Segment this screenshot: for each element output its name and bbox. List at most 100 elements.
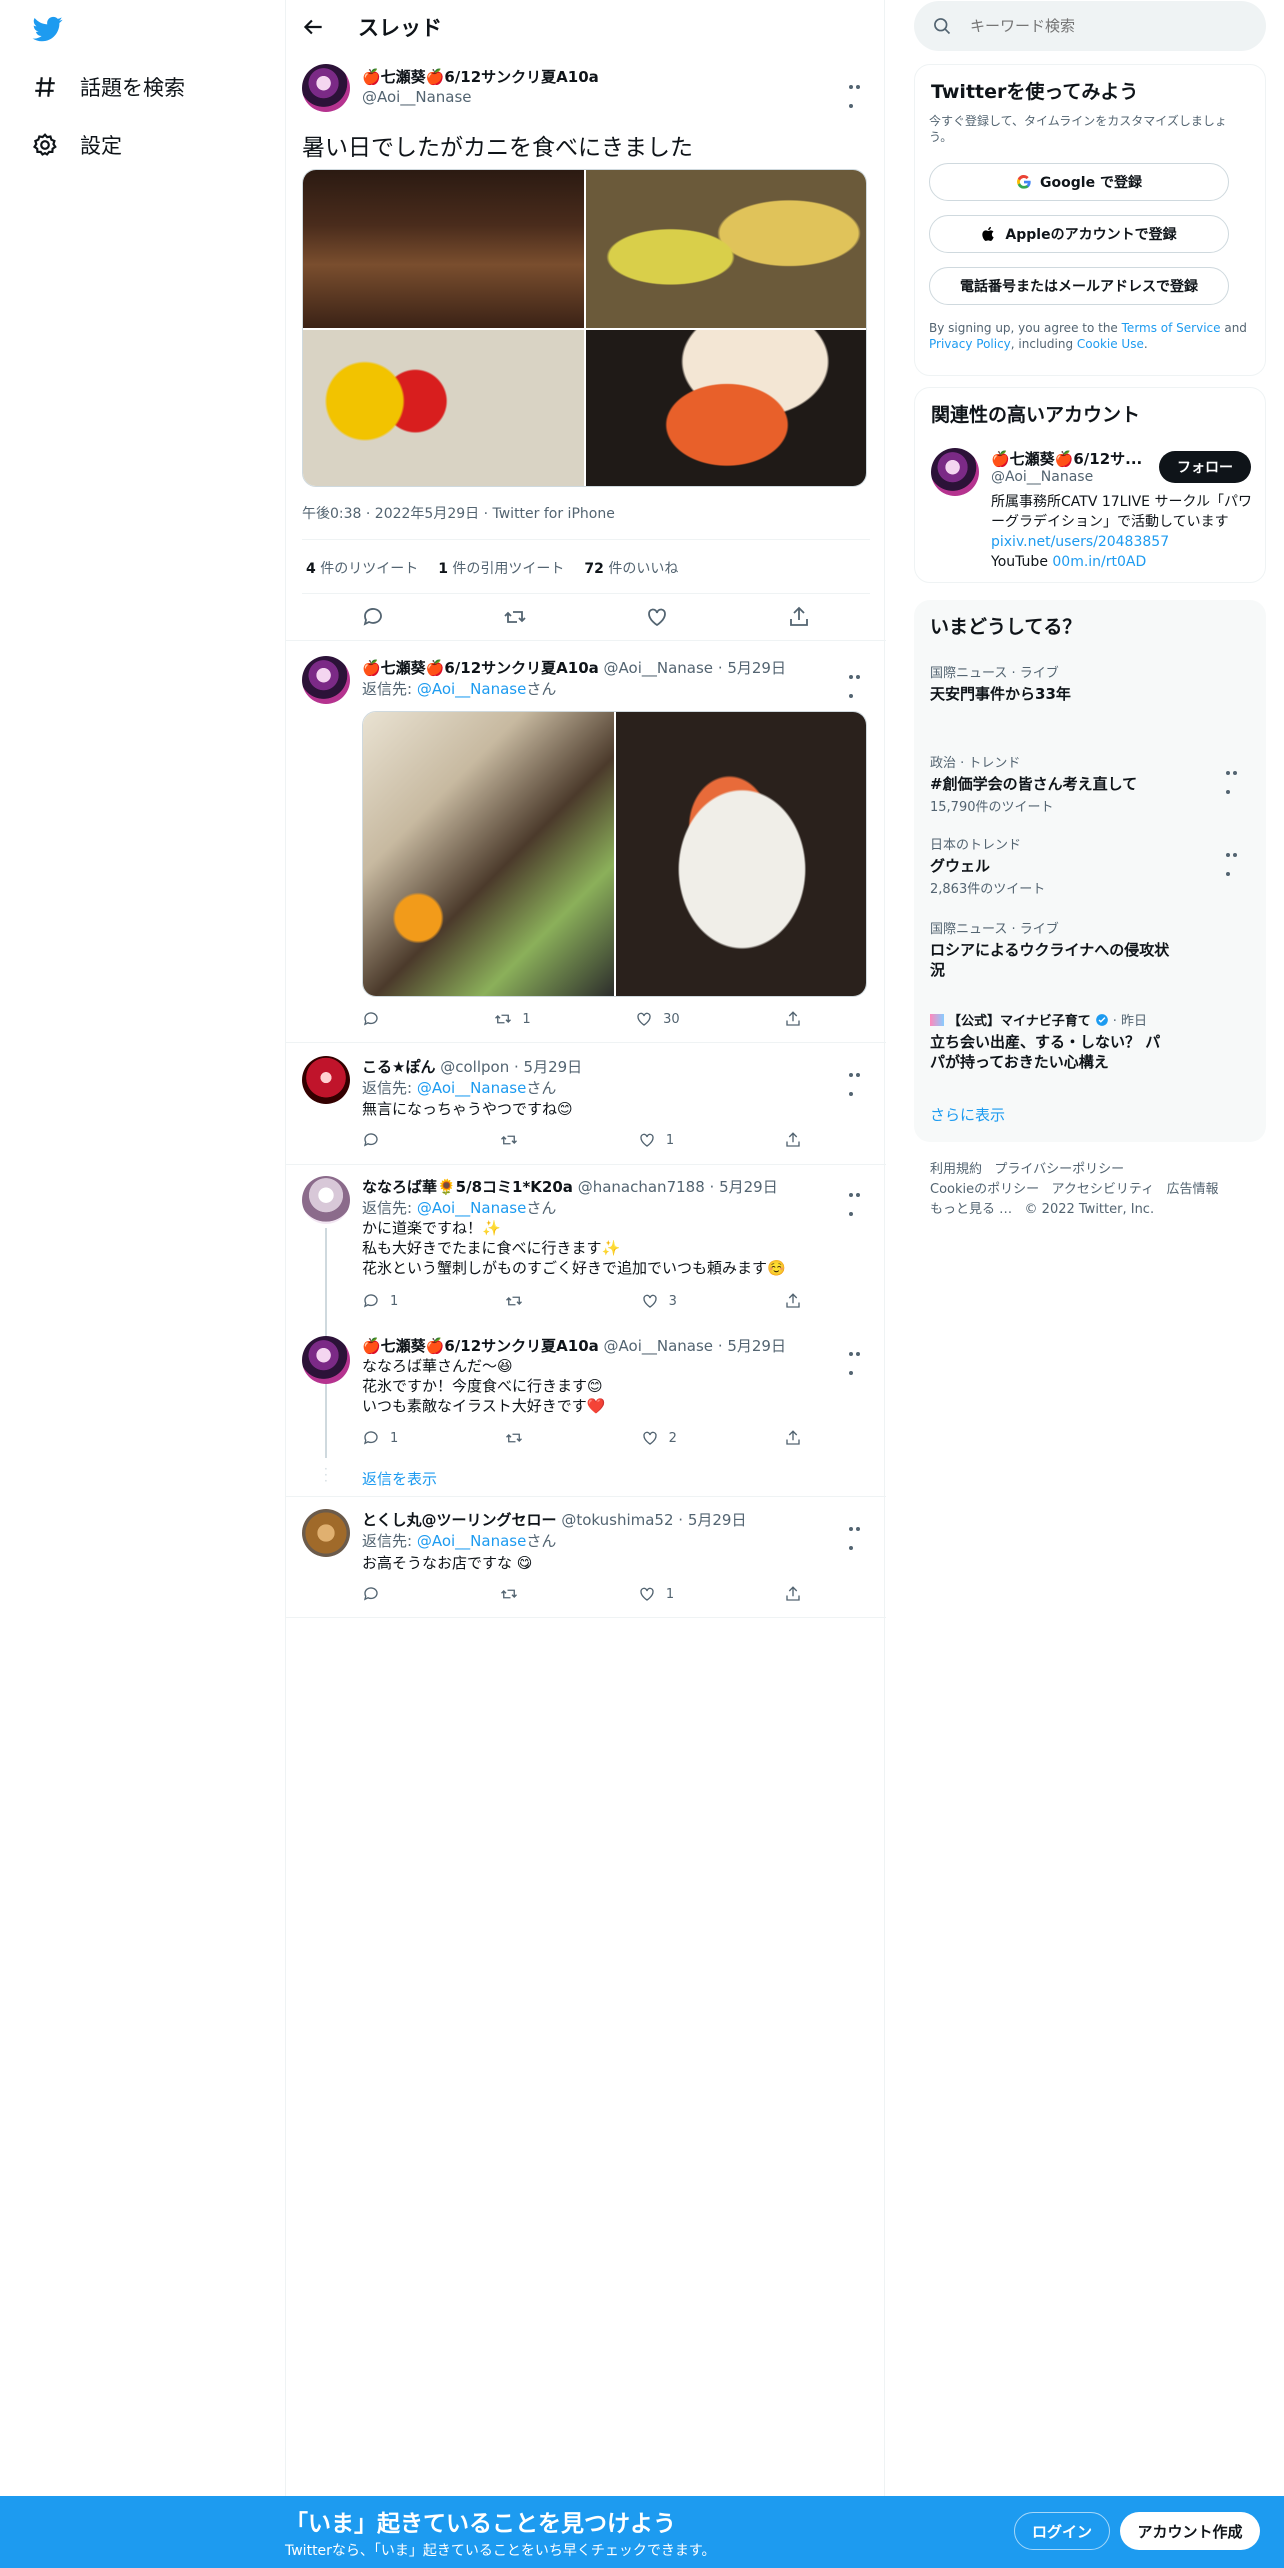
- search-input[interactable]: [970, 17, 1250, 35]
- reply-handle[interactable]: @collpon: [440, 1058, 509, 1076]
- share-button[interactable]: [784, 1292, 802, 1310]
- trend-item[interactable]: 国際ニュース · ライブ ロシアによるウクライナへの侵攻状況: [930, 918, 1250, 980]
- terms-link[interactable]: Terms of Service: [1122, 321, 1221, 335]
- trend-item[interactable]: 日本のトレンド グウェル 2,863件のツイート: [930, 834, 1250, 897]
- twitter-logo-icon[interactable]: [30, 14, 66, 44]
- tweet-display-name[interactable]: 🍎七瀬葵🍎6/12サンクリ夏A10a: [362, 66, 599, 87]
- retweet-icon[interactable]: [503, 605, 527, 629]
- pixiv-link[interactable]: pixiv.net/users/20483857: [991, 534, 1169, 550]
- quote-stat[interactable]: 1 件の引用ツイート: [438, 558, 564, 578]
- youtube-link[interactable]: 00m.in/rt0AD: [1052, 554, 1146, 570]
- retweet-button[interactable]: [505, 1292, 533, 1310]
- more-options-icon[interactable]: [849, 664, 869, 698]
- reply-display-name[interactable]: ななろば華🌻5/8コミ1*K20a: [362, 1178, 573, 1196]
- reply-date[interactable]: · 5月29日: [718, 659, 786, 677]
- reply-icon[interactable]: [361, 605, 385, 629]
- more-options-icon[interactable]: [849, 1341, 869, 1375]
- media-restaurant-interior[interactable]: [303, 170, 584, 328]
- related-display-name[interactable]: 🍎七瀬葵🍎6/12サ...: [991, 448, 1142, 469]
- retweet-button[interactable]: [500, 1585, 528, 1603]
- more-options-icon[interactable]: [849, 1062, 869, 1096]
- reply-handle[interactable]: @tokushima52: [561, 1511, 673, 1529]
- reply-display-name[interactable]: こる★ぽん: [362, 1058, 435, 1076]
- follow-button[interactable]: フォロー: [1159, 451, 1251, 483]
- reply-handle[interactable]: @hanachan7188: [578, 1178, 705, 1196]
- reply-button[interactable]: [362, 1010, 390, 1028]
- google-signup-button[interactable]: Google で登録: [929, 163, 1229, 201]
- media-crab-appetizers[interactable]: [586, 170, 866, 328]
- retweet-stat[interactable]: 4 件のリツイート: [306, 558, 418, 578]
- reply-button[interactable]: 1: [362, 1429, 398, 1447]
- reply-date[interactable]: · 5月29日: [514, 1058, 582, 1076]
- trend-item[interactable]: 国際ニュース · ライブ 天安門事件から33年: [930, 662, 1250, 704]
- share-button[interactable]: [784, 1131, 802, 1149]
- avatar[interactable]: [302, 1176, 350, 1224]
- reply-display-name[interactable]: 🍎七瀬葵🍎6/12サンクリ夏A10a: [362, 659, 599, 677]
- retweet-button[interactable]: [505, 1429, 533, 1447]
- reply-to-link[interactable]: @Aoi__Nanase: [417, 1079, 527, 1097]
- avatar[interactable]: [302, 1336, 350, 1384]
- reply-display-name[interactable]: 🍎七瀬葵🍎6/12サンクリ夏A10a: [362, 1337, 599, 1355]
- reply-date[interactable]: · 5月29日: [710, 1178, 778, 1196]
- like-stat[interactable]: 72 件のいいね: [584, 558, 678, 578]
- nav-explore[interactable]: 話題を検索: [32, 72, 185, 102]
- search-bar[interactable]: [914, 1, 1266, 51]
- reply-date[interactable]: · 5月29日: [718, 1337, 786, 1355]
- like-button[interactable]: 1: [638, 1131, 674, 1149]
- reply-to-link[interactable]: @Aoi__Nanase: [417, 1199, 527, 1217]
- media-crab-hotpot[interactable]: [363, 712, 614, 996]
- apple-signup-button[interactable]: Appleのアカウントで登録: [929, 215, 1229, 253]
- footer-ads-link[interactable]: 広告情報: [1167, 1182, 1219, 1197]
- avatar[interactable]: [302, 64, 350, 112]
- avatar[interactable]: [931, 448, 979, 496]
- retweet-button[interactable]: [500, 1131, 528, 1149]
- phone-email-signup-button[interactable]: 電話番号またはメールアドレスで登録: [929, 267, 1229, 305]
- footer-accessibility-link[interactable]: アクセシビリティ: [1052, 1182, 1155, 1197]
- show-more-link[interactable]: さらに表示: [930, 1104, 1005, 1125]
- reply-media-grid[interactable]: [362, 711, 867, 997]
- footer-cookie-link[interactable]: Cookieのポリシー: [930, 1182, 1039, 1197]
- privacy-link[interactable]: Privacy Policy: [929, 337, 1011, 351]
- like-icon[interactable]: [645, 605, 669, 629]
- reply-button[interactable]: 1: [362, 1292, 398, 1310]
- trend-item[interactable]: 【公式】マイナビ子育て · 昨日 立ち会い出産、する・しない？ パパが持っておき…: [930, 1010, 1250, 1072]
- share-button[interactable]: [784, 1585, 802, 1603]
- reply-date[interactable]: · 5月29日: [678, 1511, 746, 1529]
- like-button[interactable]: 2: [641, 1429, 677, 1447]
- more-options-icon[interactable]: [849, 74, 869, 108]
- share-button[interactable]: [784, 1429, 802, 1447]
- reply-display-name[interactable]: とくし丸@ツーリングセロー: [362, 1511, 557, 1529]
- tweet-media-grid[interactable]: [302, 169, 867, 487]
- login-button[interactable]: ログイン: [1014, 2512, 1110, 2550]
- more-options-icon[interactable]: [1226, 842, 1246, 876]
- media-crab-sashimi[interactable]: [303, 330, 584, 486]
- show-replies-link[interactable]: 返信を表示: [362, 1468, 437, 1489]
- like-button[interactable]: 1: [638, 1585, 674, 1603]
- footer-privacy-link[interactable]: プライバシーポリシー: [994, 1162, 1124, 1177]
- nav-settings[interactable]: 設定: [32, 130, 122, 160]
- avatar[interactable]: [302, 1509, 350, 1557]
- avatar[interactable]: [302, 656, 350, 704]
- reply-handle[interactable]: @Aoi__Nanase: [604, 1337, 714, 1355]
- media-crab-legs[interactable]: [586, 330, 866, 486]
- signup-button[interactable]: アカウント作成: [1120, 2512, 1260, 2550]
- more-options-icon[interactable]: [849, 1182, 869, 1216]
- related-handle[interactable]: @Aoi__Nanase: [991, 469, 1093, 485]
- trend-item[interactable]: 政治 · トレンド #創価学会の皆さん考え直して 15,790件のツイート: [930, 752, 1250, 815]
- share-icon[interactable]: [787, 605, 811, 629]
- tweet-handle[interactable]: @Aoi__Nanase: [362, 88, 472, 106]
- media-crab-rice[interactable]: [616, 712, 866, 996]
- retweet-button[interactable]: 1: [494, 1010, 531, 1028]
- avatar[interactable]: [302, 1056, 350, 1104]
- footer-more-link[interactable]: もっと見る …: [930, 1202, 1012, 1217]
- reply-to-link[interactable]: @Aoi__Nanase: [417, 1532, 527, 1550]
- reply-button[interactable]: [362, 1131, 390, 1149]
- reply-handle[interactable]: @Aoi__Nanase: [604, 659, 714, 677]
- reply-to-link[interactable]: @Aoi__Nanase: [417, 680, 527, 698]
- more-options-icon[interactable]: [1226, 760, 1246, 794]
- share-button[interactable]: [784, 1010, 802, 1028]
- tweet-meta[interactable]: 午後0:38 · 2022年5月29日 · Twitter for iPhone: [302, 503, 615, 523]
- back-arrow-icon[interactable]: [300, 14, 326, 40]
- more-options-icon[interactable]: [849, 1516, 869, 1550]
- footer-terms-link[interactable]: 利用規約: [930, 1162, 982, 1177]
